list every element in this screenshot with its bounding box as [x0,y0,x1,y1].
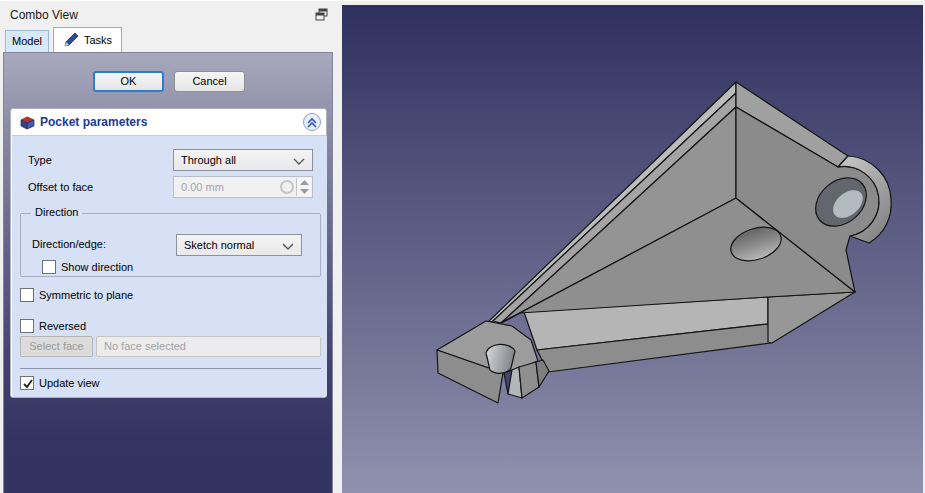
spin-buttons[interactable] [296,178,311,196]
tab-model-label: Model [12,35,42,47]
face-field-value: No face selected [104,340,186,352]
direction-edge-value: Sketch normal [184,239,254,251]
direction-group: Direction Direction/edge: Sketch normal … [20,213,321,277]
formula-icon[interactable] [280,180,294,194]
tab-tasks-label: Tasks [84,34,112,46]
float-window-icon[interactable] [315,8,331,22]
chevron-down-icon [282,243,294,250]
direction-edge-label: Direction/edge: [32,238,106,250]
section-title: Pocket parameters [40,115,147,129]
pencil-icon [62,31,80,49]
offset-to-face-label: Offset to face [28,181,93,193]
pocket-parameters-content: Type Through all Offset to face 0.00 mm [12,135,327,397]
pocket-parameters-box: Pocket parameters Type Through all Offse [10,108,327,398]
show-direction-checkbox[interactable] [42,260,56,274]
chevron-up-icon [304,115,320,131]
type-label: Type [28,154,52,166]
separator [20,368,321,369]
combo-view-panel: Combo View Model Tasks OK Cancel [0,0,336,493]
ok-button[interactable]: OK [93,71,164,92]
panel-title: Combo View [10,8,78,22]
pocket-icon [19,114,36,133]
reversed-checkbox[interactable] [20,319,34,333]
collapse-section-button[interactable] [303,113,321,131]
show-direction-label: Show direction [61,261,133,273]
cancel-button[interactable]: Cancel [174,71,245,92]
symmetric-checkbox[interactable] [20,288,34,302]
direction-edge-dropdown[interactable]: Sketch normal [176,234,302,256]
tab-bar: Model Tasks [0,27,336,52]
pocket-parameters-header: Pocket parameters [11,109,326,135]
offset-value: 0.00 mm [181,181,224,193]
type-dropdown-value: Through all [181,154,236,166]
checkmark-icon [22,378,34,390]
tab-tasks[interactable]: Tasks [53,27,122,52]
panel-titlebar[interactable]: Combo View [0,0,336,27]
select-face-button[interactable]: Select face [20,336,93,357]
update-view-label: Update view [39,377,100,389]
tab-model[interactable]: Model [5,30,49,52]
face-field[interactable]: No face selected [96,336,321,357]
symmetric-label: Symmetric to plane [39,289,133,301]
3d-viewport[interactable] [342,5,923,493]
chevron-down-icon [293,158,305,165]
plate-notch [486,344,515,373]
reversed-label: Reversed [39,320,86,332]
offset-spinbox[interactable]: 0.00 mm [173,176,313,198]
update-view-checkbox[interactable] [20,376,34,390]
direction-group-legend: Direction [31,206,82,218]
type-dropdown[interactable]: Through all [173,149,313,171]
3d-scene [342,5,923,493]
tasks-panel: OK Cancel Pocket parameters [3,52,333,493]
